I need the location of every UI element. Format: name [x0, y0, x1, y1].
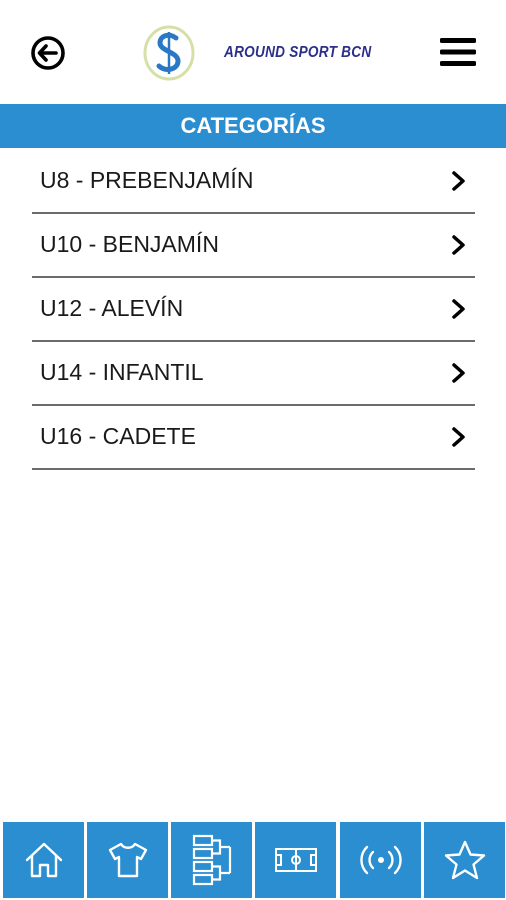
back-button[interactable]: [30, 35, 66, 71]
chevron-right-icon: [452, 427, 465, 447]
chevron-right-icon: [452, 363, 465, 383]
star-icon: [444, 840, 485, 880]
category-label: U8 - PREBENJAMÍN: [40, 167, 254, 193]
field-icon: [274, 848, 317, 872]
app-screen: AROUND SPORT BCN CATEGORÍAS U8 - PREBENJ…: [0, 0, 506, 900]
section-title: CATEGORÍAS: [0, 104, 506, 148]
nav-teams-button[interactable]: [87, 822, 168, 898]
nav-live-button[interactable]: [340, 822, 421, 898]
shirt-icon: [108, 842, 147, 878]
nav-field-button[interactable]: [255, 822, 336, 898]
category-item[interactable]: U16 - CADETE: [32, 406, 475, 470]
app-header: AROUND SPORT BCN: [0, 0, 506, 104]
home-icon: [25, 842, 62, 878]
hamburger-menu-icon: [440, 38, 476, 66]
category-label: U10 - BENJAMÍN: [40, 231, 219, 257]
category-item[interactable]: U10 - BENJAMÍN: [32, 214, 475, 278]
chevron-right-icon: [452, 299, 465, 319]
category-item[interactable]: U12 - ALEVÍN: [32, 278, 475, 342]
category-label: U14 - INFANTIL: [40, 359, 204, 385]
category-label: U16 - CADETE: [40, 423, 196, 449]
menu-button[interactable]: [440, 36, 476, 68]
category-list: U8 - PREBENJAMÍN U10 - BENJAMÍN U12 - AL…: [32, 150, 475, 470]
chevron-right-icon: [452, 171, 465, 191]
bracket-icon: [192, 834, 231, 886]
chevron-right-icon: [452, 235, 465, 255]
category-label: U12 - ALEVÍN: [40, 295, 184, 321]
nav-home-button[interactable]: [3, 822, 84, 898]
nav-favorites-button[interactable]: [424, 822, 505, 898]
bottom-nav: [0, 822, 506, 900]
nav-bracket-button[interactable]: [171, 822, 252, 898]
s-logo-icon: [143, 25, 195, 81]
category-item[interactable]: U14 - INFANTIL: [32, 342, 475, 406]
arrow-left-circle-icon: [31, 36, 65, 70]
broadcast-icon: [359, 845, 402, 875]
category-item[interactable]: U8 - PREBENJAMÍN: [32, 150, 475, 214]
brand-name: AROUND SPORT BCN: [224, 44, 372, 61]
brand: AROUND SPORT BCN: [142, 24, 372, 82]
